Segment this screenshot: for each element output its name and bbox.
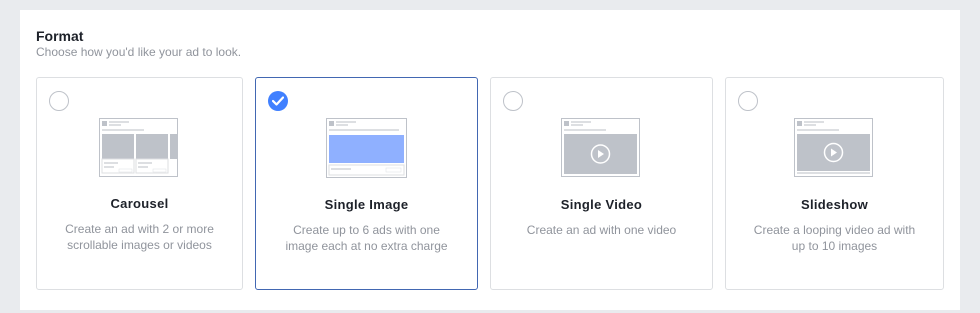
card-title: Single Video [560,197,643,212]
radio-button-slideshow[interactable] [738,91,758,111]
single-video-preview-icon [560,118,640,177]
card-title: Single Image [324,197,409,212]
section-title: Format [36,28,84,44]
card-title: Slideshow [801,197,868,212]
format-option-single-video[interactable]: Single Video Create an ad with one video [490,77,713,290]
radio-button-single-image[interactable] [268,91,288,111]
card-description: Create an ad with one video [526,223,677,237]
section-subtitle: Choose how you'd like your ad to look. [36,45,242,59]
radio-button-single-video[interactable] [503,91,523,111]
card-description: Create an ad with 2 or more scrollable i… [65,222,214,252]
format-option-single-image[interactable]: Single Image Create up to 6 ads with one… [255,77,478,290]
radio-button-carousel[interactable] [49,91,69,111]
card-description: Create up to 6 ads with one image each a… [285,223,448,253]
single-image-preview-icon [325,118,407,178]
slideshow-preview-icon [793,118,873,177]
check-icon [272,96,284,106]
format-option-slideshow[interactable]: Slideshow Create a looping video ad with… [725,77,944,290]
carousel-preview-icon [98,118,178,177]
format-panel: Format Choose how you'd like your ad to … [20,10,960,310]
card-description: Create a looping video ad with up to 10 … [753,223,916,253]
card-title: Carousel [110,196,169,211]
format-option-carousel[interactable]: Carousel Create an ad with 2 or more scr… [36,77,243,290]
